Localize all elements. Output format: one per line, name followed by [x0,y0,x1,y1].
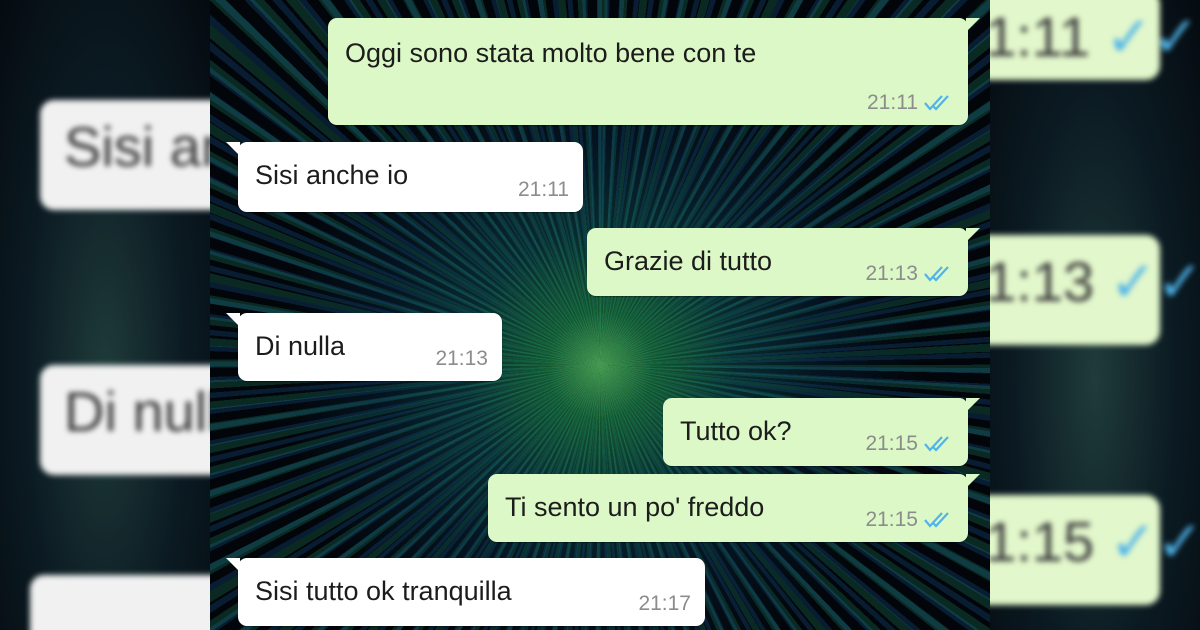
blurred-message-text: 21:15 [990,510,1095,573]
blurred-background-left: Sisi anche io Di nulla [0,0,210,630]
blurred-message [30,575,210,630]
read-double-check-icon [924,265,954,283]
incoming-message[interactable]: Sisi anche io 21:11 [226,142,583,212]
chat-conversation[interactable]: Oggi sono stata molto bene con te 21:11 … [210,0,990,630]
blurred-message-text: Sisi anche io [64,115,210,178]
message-meta: 21:13 [865,262,954,286]
message-text: Sisi tutto ok tranquilla [255,576,512,606]
message-meta: 21:11 [518,178,569,202]
blurred-message: 21:13 ✓✓ [990,235,1200,345]
message-time: 21:11 [867,91,918,114]
message-text: Ti sento un po' freddo [505,492,765,522]
read-double-check-icon [924,511,954,529]
blurred-message: Sisi anche io [40,100,210,210]
message-meta: 21:17 [638,592,691,616]
message-text: Grazie di tutto [604,246,773,276]
blurred-message: 21:15 ✓✓ [990,495,1200,605]
message-meta: 21:15 [865,508,954,532]
message-time: 21:15 [865,432,918,455]
message-text: Tutto ok? [680,416,792,446]
outgoing-message[interactable]: Ti sento un po' freddo 21:15 [488,474,980,542]
blurred-message-text: 21:13 [990,250,1095,313]
outgoing-message[interactable]: Oggi sono stata molto bene con te 21:11 [328,18,980,125]
incoming-message[interactable]: Di nulla 21:13 [226,313,502,381]
outgoing-message[interactable]: Tutto ok? 21:15 [663,398,980,466]
message-text: Di nulla [255,331,346,361]
message-text: Sisi anche io [255,160,409,190]
message-meta: 21:15 [865,432,954,456]
read-double-check-icon [924,435,954,453]
message-time: 21:13 [865,262,918,285]
read-double-check-icon [924,94,954,112]
message-time: 21:11 [518,178,569,201]
outgoing-message[interactable]: Grazie di tutto 21:13 [587,228,980,296]
message-time: 21:15 [865,508,918,531]
message-meta: 21:13 [435,347,488,371]
blurred-message-text: 21:11 [990,5,1090,68]
blurred-message-text: Di nulla [64,380,210,443]
blurred-background-right: 21:11 ✓✓ 21:13 ✓✓ 21:15 ✓✓ [990,0,1200,630]
blurred-message: 21:11 ✓✓ [990,0,1199,80]
incoming-message[interactable]: Sisi tutto ok tranquilla 21:17 [226,558,705,626]
blurred-message: Di nulla [40,365,210,475]
message-meta: 21:11 [867,91,954,115]
message-text: Oggi sono stata molto bene con te [345,38,757,68]
message-time: 21:17 [638,592,691,615]
message-time: 21:13 [435,347,488,370]
